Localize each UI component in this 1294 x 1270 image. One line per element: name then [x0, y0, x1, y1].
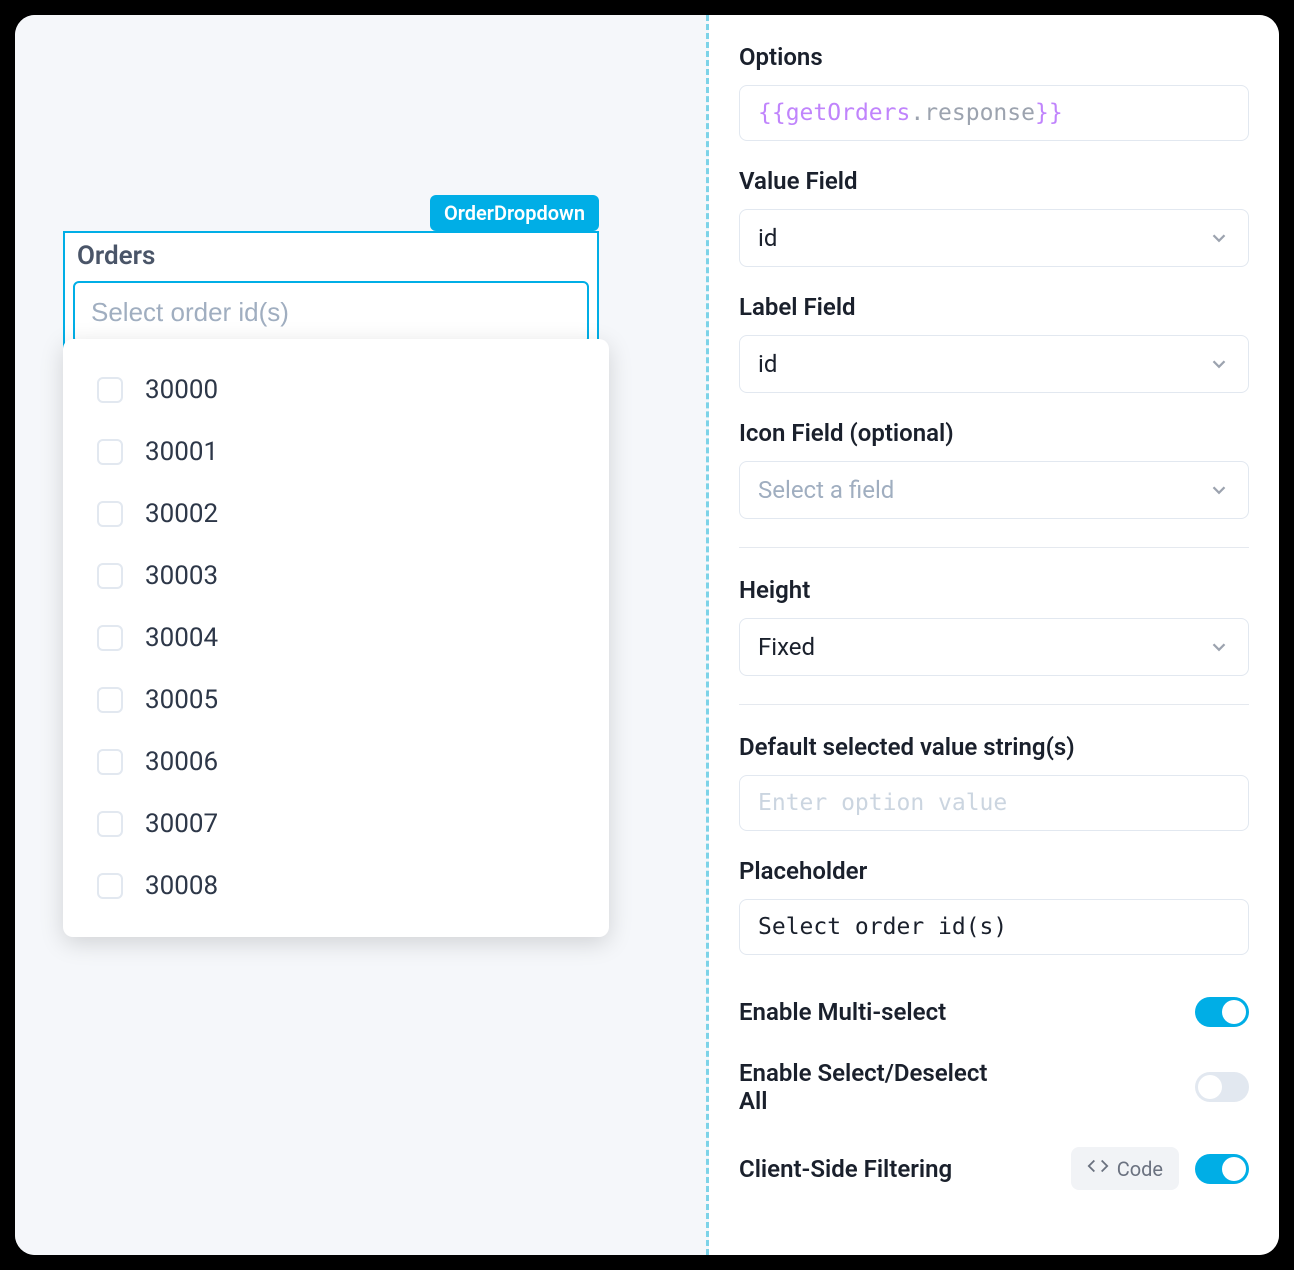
checkbox[interactable]	[97, 811, 123, 837]
code-badge[interactable]: Code	[1071, 1147, 1179, 1190]
option-label: 30002	[145, 499, 218, 529]
icon-field-label: Icon Field (optional)	[739, 419, 1249, 447]
code-icon	[1087, 1155, 1109, 1182]
checkbox[interactable]	[97, 563, 123, 589]
multi-select-row: Enable Multi-select	[739, 981, 1249, 1043]
toggle-knob	[1222, 1000, 1246, 1024]
label-field-value: id	[758, 350, 777, 378]
option-label: 30000	[145, 375, 218, 405]
options-label: Options	[739, 43, 1249, 71]
dropdown-option[interactable]: 30000	[63, 359, 609, 421]
option-label: 30006	[145, 747, 218, 777]
height-label: Height	[739, 576, 1249, 604]
height-value: Fixed	[758, 633, 815, 661]
option-label: 30003	[145, 561, 218, 591]
placeholder-label: Placeholder	[739, 857, 1249, 885]
option-label: 30001	[145, 437, 218, 467]
code-badge-label: Code	[1117, 1157, 1163, 1181]
select-all-row: Enable Select/Deselect All	[739, 1043, 1249, 1131]
canvas-area[interactable]: OrderDropdown Orders 30000 30001 30002 3…	[15, 15, 709, 1255]
toggle-knob	[1222, 1157, 1246, 1181]
icon-field-select[interactable]: Select a field	[739, 461, 1249, 519]
widget-label: Orders	[73, 241, 589, 271]
option-label: 30007	[145, 809, 218, 839]
checkbox[interactable]	[97, 687, 123, 713]
options-expression-input[interactable]: {{getOrders.response}}	[739, 85, 1249, 141]
value-field-label: Value Field	[739, 167, 1249, 195]
dropdown-option[interactable]: 30001	[63, 421, 609, 483]
label-field-label: Label Field	[739, 293, 1249, 321]
multi-select-toggle[interactable]	[1195, 997, 1249, 1027]
checkbox[interactable]	[97, 377, 123, 403]
checkbox[interactable]	[97, 439, 123, 465]
dropdown-option[interactable]: 30008	[63, 855, 609, 917]
dropdown-option[interactable]: 30006	[63, 731, 609, 793]
chevron-down-icon	[1208, 227, 1230, 249]
default-selected-input[interactable]	[739, 775, 1249, 831]
client-filter-toggle[interactable]	[1195, 1154, 1249, 1184]
checkbox[interactable]	[97, 749, 123, 775]
widget-name-tag[interactable]: OrderDropdown	[430, 195, 599, 231]
label-field-select[interactable]: id	[739, 335, 1249, 393]
select-all-toggle[interactable]	[1195, 1072, 1249, 1102]
select-all-label: Enable Select/Deselect All	[739, 1059, 1019, 1115]
height-select[interactable]: Fixed	[739, 618, 1249, 676]
icon-field-placeholder: Select a field	[758, 476, 894, 504]
app-window: OrderDropdown Orders 30000 30001 30002 3…	[15, 15, 1279, 1255]
checkbox[interactable]	[97, 873, 123, 899]
order-select-input[interactable]	[73, 281, 589, 344]
value-field-select[interactable]: id	[739, 209, 1249, 267]
values-section: Default selected value string(s) Placeho…	[739, 705, 1249, 1234]
toggle-knob	[1198, 1075, 1222, 1099]
brace-close: }}	[1035, 100, 1063, 126]
value-field-value: id	[758, 224, 777, 252]
checkbox[interactable]	[97, 501, 123, 527]
client-filter-row: Client-Side Filtering Code	[739, 1131, 1249, 1206]
default-selected-label: Default selected value string(s)	[739, 733, 1249, 761]
checkbox[interactable]	[97, 625, 123, 651]
option-label: 30008	[145, 871, 218, 901]
brace-open: {{	[758, 100, 786, 126]
expr-object: getOrders	[786, 100, 911, 126]
options-section: Options {{getOrders.response}} Value Fie…	[739, 15, 1249, 548]
dropdown-option[interactable]: 30004	[63, 607, 609, 669]
dropdown-option[interactable]: 30002	[63, 483, 609, 545]
dropdown-option[interactable]: 30005	[63, 669, 609, 731]
option-label: 30005	[145, 685, 218, 715]
multi-select-label: Enable Multi-select	[739, 998, 946, 1026]
option-label: 30004	[145, 623, 218, 653]
dropdown-options-list[interactable]: 30000 30001 30002 30003 30004 30005 3000…	[63, 339, 609, 937]
height-section: Height Fixed	[739, 548, 1249, 705]
chevron-down-icon	[1208, 636, 1230, 658]
dropdown-option[interactable]: 30003	[63, 545, 609, 607]
chevron-down-icon	[1208, 479, 1230, 501]
placeholder-input[interactable]	[739, 899, 1249, 955]
properties-panel[interactable]: Options {{getOrders.response}} Value Fie…	[709, 15, 1279, 1255]
expr-prop: response	[924, 100, 1035, 126]
expr-dot: .	[910, 100, 924, 126]
dropdown-option[interactable]: 30007	[63, 793, 609, 855]
chevron-down-icon	[1208, 353, 1230, 375]
client-filter-label: Client-Side Filtering	[739, 1155, 952, 1183]
